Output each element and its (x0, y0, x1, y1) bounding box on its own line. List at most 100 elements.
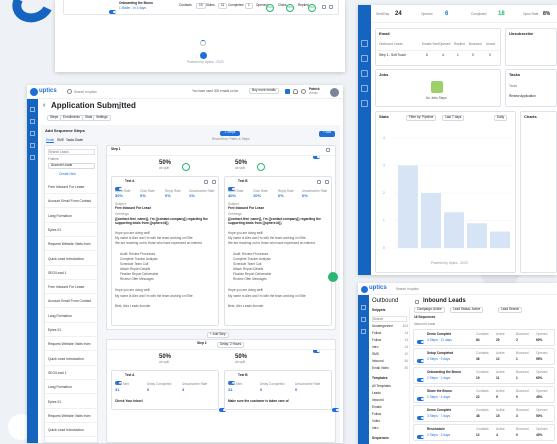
sequence-toggle[interactable] (417, 435, 424, 439)
sequence-row[interactable]: Share the Bruno 2 Steps · 4 days Contacts 2… (413, 386, 555, 403)
template-item[interactable]: Request Website Visits from (45, 337, 97, 352)
template-folder-item[interactable]: Inbound (372, 398, 384, 403)
template-item[interactable]: Request Website Visits from (45, 409, 97, 423)
lead-search-filter[interactable]: Lead Search (498, 307, 523, 313)
snippet-item[interactable]: Follow 14 (372, 338, 408, 343)
tab-settings[interactable]: Settings (93, 115, 111, 121)
rail-home-icon[interactable] (30, 107, 35, 112)
avatar[interactable] (330, 88, 339, 97)
variant-b-enable-toggle[interactable] (332, 408, 340, 412)
subtab-sms[interactable]: SMS (57, 138, 64, 143)
search-input[interactable] (74, 88, 134, 95)
edit-icon[interactable] (204, 180, 208, 184)
subtab-email[interactable]: Email (46, 138, 54, 143)
rail-mail-icon[interactable] (361, 329, 366, 334)
tasks-item[interactable]: Review Application (509, 94, 536, 99)
apps-icon[interactable] (285, 89, 290, 94)
stats-filter-select[interactable]: Filter by: Pipeline (406, 115, 437, 121)
template-item[interactable]: Lang Formation (45, 309, 97, 323)
add-step-button[interactable]: + Add (319, 130, 335, 137)
template-item[interactable]: Quick Lead Introduction (45, 252, 97, 266)
sequence-row[interactable]: Demo Complete 4 Steps · 12 days Contacts 84… (413, 329, 555, 346)
template-item[interactable]: Epies 01 (45, 323, 97, 337)
sequence-toggle[interactable] (417, 397, 424, 401)
template-search-input[interactable] (48, 149, 95, 155)
search-input[interactable] (396, 286, 446, 292)
rail-home-icon[interactable] (361, 305, 366, 310)
rail-mail-icon[interactable] (30, 131, 35, 136)
snippet-item[interactable]: Intro 13 (372, 345, 408, 350)
sequence-toggle[interactable] (109, 10, 116, 14)
sequence-toggle[interactable] (417, 359, 424, 363)
bell-icon[interactable] (293, 89, 298, 94)
sequence-toggle[interactable] (417, 416, 424, 420)
delete-icon[interactable] (212, 180, 216, 184)
tab-enrollments[interactable]: Enrollments (60, 115, 83, 121)
buy-emails-button[interactable]: Buy more emails (249, 88, 279, 94)
step-help-link[interactable]: Read More: Paths & Steps (212, 137, 250, 142)
rail-home-icon[interactable] (361, 40, 368, 47)
step-2-delay[interactable]: Delay: 2 Hours (217, 342, 245, 348)
table-row[interactable]: Step 1 - Soft Touch 6 4 1 0 0 (376, 50, 500, 59)
template-item[interactable]: Epies 01 (45, 395, 97, 409)
template-item[interactable]: Free Inbound For Lease (45, 280, 97, 295)
rail-settings-icon[interactable] (30, 155, 35, 160)
rail-mail-icon[interactable] (361, 55, 368, 62)
copy-icon[interactable] (322, 5, 326, 9)
template-item[interactable]: Epies 01 (45, 223, 97, 237)
stats-period-select[interactable]: Daily (494, 115, 508, 121)
rail-calendar-icon[interactable] (361, 70, 368, 77)
create-new-button[interactable]: Create New (59, 172, 76, 177)
template-item[interactable]: Account Email From Contact (45, 294, 97, 309)
back-chevron-icon[interactable]: ‹ (43, 102, 45, 109)
template-folder-item[interactable]: Follow (372, 412, 381, 417)
delete-icon[interactable] (326, 148, 330, 152)
rail-chart-icon[interactable] (361, 85, 368, 92)
snippet-item[interactable]: Inbound 54 (372, 359, 408, 364)
sequence-toggle[interactable] (417, 378, 424, 382)
folder-select[interactable]: Account Leads (48, 163, 95, 169)
settings-icon[interactable] (329, 5, 333, 9)
status-filter[interactable]: Lead Status: Active (450, 307, 484, 313)
subtab-tasks[interactable]: Tasks (66, 138, 74, 143)
template-item[interactable]: Request Website Visits from (45, 237, 97, 252)
edit-icon[interactable] (317, 180, 321, 184)
template-item[interactable]: Quick Lead Introduction (45, 352, 97, 366)
rail-chart-icon[interactable] (30, 143, 35, 148)
template-folder-item[interactable]: All Templates (372, 384, 391, 389)
template-folder-item[interactable]: Video (372, 419, 380, 424)
snippet-item[interactable]: Email Video 30 (372, 366, 408, 371)
rail-send-icon[interactable] (361, 317, 366, 322)
sequence-toggle[interactable] (417, 340, 424, 344)
template-item[interactable]: Free Inbound For Lease (45, 180, 97, 194)
help-icon[interactable] (301, 89, 306, 94)
snippet-item[interactable]: Follow 14 (372, 331, 408, 336)
edit-title-icon[interactable] (117, 105, 121, 109)
chat-bubble-icon[interactable] (328, 272, 338, 282)
delete-icon[interactable] (325, 180, 329, 184)
template-item[interactable]: SEO/Lead 1 (45, 266, 97, 280)
sequence-row[interactable]: Onboarding the Bruno 1 Mailer - in 1 day… (63, 0, 339, 15)
snippet-item[interactable]: Uncategorized 404 (372, 324, 408, 329)
template-item[interactable]: SEO/Lead 1 (45, 366, 97, 380)
template-item[interactable]: Lang Formation (45, 380, 97, 395)
template-folder-item[interactable]: Intro (372, 426, 378, 431)
snippet-search-input[interactable] (372, 316, 407, 322)
template-folder-item[interactable]: Leads (372, 391, 381, 396)
sequence-row[interactable]: Setup Completed 3 Steps · 9 days Contacts 3… (413, 348, 555, 365)
campaign-filter[interactable]: Campaign: Active (414, 307, 445, 313)
sequence-row[interactable]: Demo Complete 3 Steps · 7 days Contacts 48 A… (413, 405, 555, 422)
add-step-link[interactable]: + Add Step (207, 332, 229, 338)
sequence-row[interactable]: Reschedule 2 Steps · 3 days Contacts 12 Acti… (413, 424, 555, 441)
template-item[interactable]: Account Email From Contact (45, 194, 97, 209)
rail-send-icon[interactable] (30, 119, 35, 124)
templates-label[interactable]: Templates (372, 376, 388, 381)
sequences-label[interactable]: Sequences (372, 436, 389, 441)
rail-users-icon[interactable] (361, 100, 368, 107)
template-folder-item[interactable]: Emails (372, 405, 382, 410)
template-item[interactable]: Lang Formation (45, 209, 97, 223)
stats-range-select[interactable]: Last 7 days (442, 115, 465, 121)
snippet-item[interactable]: SMS 10 (372, 352, 408, 357)
snippets-label[interactable]: Snippets (372, 308, 385, 313)
subtab-dialer[interactable]: Dialer (75, 138, 83, 143)
